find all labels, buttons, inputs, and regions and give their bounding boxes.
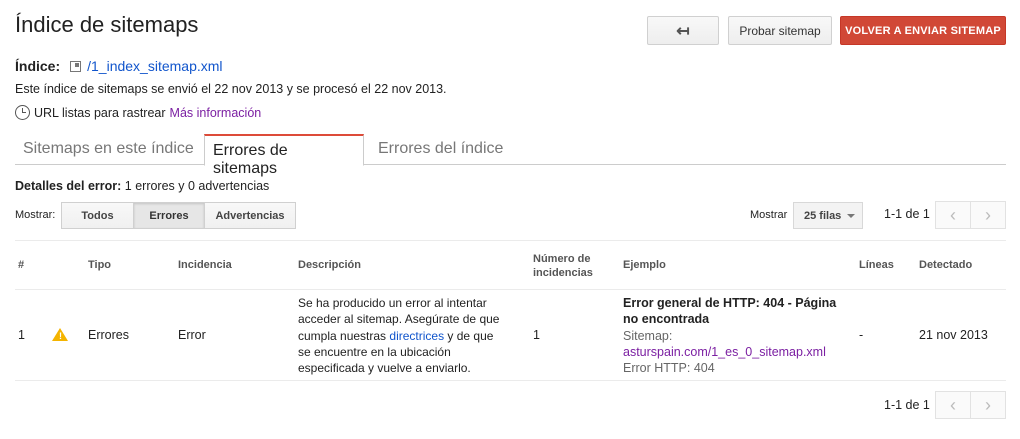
col-header-num: # xyxy=(18,259,25,271)
col-header-count[interactable]: Número de incidencias xyxy=(533,252,593,280)
filter-errors-button[interactable]: Errores xyxy=(133,202,205,229)
more-info-link[interactable]: Más información xyxy=(170,106,262,120)
example-sitemap-label: Sitemap: xyxy=(623,328,673,343)
example-sitemap-link[interactable]: asturspain.com/1_es_0_sitemap.xml xyxy=(623,344,836,360)
error-details: Detalles del error: 1 errores y 0 advert… xyxy=(15,179,269,193)
chevron-right-icon: › xyxy=(985,204,991,225)
tab-index-errors[interactable]: Errores del índice xyxy=(370,134,520,165)
ready-line: URL listas para rastrear Más información xyxy=(15,105,261,120)
col-header-count-line1: Número de xyxy=(533,253,591,265)
chevron-down-icon xyxy=(847,213,856,218)
table-top-divider xyxy=(15,240,1006,241)
desc-line: acceder al sitemap. Asegúrate de que xyxy=(298,312,500,327)
row-type: Errores xyxy=(88,328,129,342)
index-label: Índice: xyxy=(15,58,61,74)
row-description: Se ha producido un error al intentar acc… xyxy=(298,295,499,376)
prev-page-button-bottom[interactable]: ‹ xyxy=(935,391,971,419)
col-header-count-line2: incidencias xyxy=(533,267,593,279)
chevron-left-icon: ‹ xyxy=(950,204,956,225)
col-header-issue[interactable]: Incidencia xyxy=(178,259,232,271)
rows-select-label: Mostrar xyxy=(750,209,788,221)
row-detected: 21 nov 2013 xyxy=(919,328,988,342)
col-header-type[interactable]: Tipo xyxy=(88,259,111,271)
row-lines: - xyxy=(859,328,864,342)
rows-per-page-value: 25 filas xyxy=(804,209,842,222)
next-page-button-top[interactable]: › xyxy=(970,201,1006,229)
desc-line: especificada y vuelve a enviarlo. xyxy=(298,361,471,376)
warning-icon: ! xyxy=(52,328,68,341)
index-line: Índice: /1_index_sitemap.xml xyxy=(15,58,223,74)
next-page-button-bottom[interactable]: › xyxy=(970,391,1006,419)
chevron-right-icon: › xyxy=(985,394,991,415)
desc-line: Se ha producido un error al intentar xyxy=(298,296,487,310)
table-header-divider xyxy=(15,289,1006,290)
desc-line: cumpla nuestras directrices y de que xyxy=(298,328,499,344)
example-title: Error general de HTTP: 404 - Página xyxy=(623,296,837,310)
example-http-error: Error HTTP: 404 xyxy=(623,361,715,376)
error-details-label: Detalles del error: xyxy=(15,179,122,193)
desc-text: cumpla nuestras xyxy=(298,328,390,343)
tab-sitemaps-in-index[interactable]: Sitemaps en este índice xyxy=(15,134,204,165)
resend-sitemap-button[interactable]: VOLVER A ENVIAR SITEMAP xyxy=(840,16,1006,45)
tab-sitemap-errors[interactable]: Errores de sitemaps xyxy=(204,134,364,177)
col-header-description: Descripción xyxy=(298,259,361,271)
row-issue: Error xyxy=(178,328,206,342)
row-num: 1 xyxy=(18,328,25,342)
col-header-detected[interactable]: Detectado xyxy=(919,259,972,271)
guidelines-link[interactable]: directrices xyxy=(389,329,444,343)
ready-text: URL listas para rastrear xyxy=(34,105,166,120)
test-sitemap-button[interactable]: Probar sitemap xyxy=(728,16,832,45)
col-header-lines: Líneas xyxy=(859,259,894,271)
row-count: 1 xyxy=(533,328,540,342)
filter-all-button[interactable]: Todos xyxy=(61,202,134,229)
rows-per-page-select[interactable]: 25 filas xyxy=(793,202,863,229)
sent-info-text: Este índice de sitemaps se envió el 22 n… xyxy=(15,82,447,96)
row-example: Error general de HTTP: 404 - Página no e… xyxy=(623,295,836,376)
prev-page-button-top[interactable]: ‹ xyxy=(935,201,971,229)
external-link-icon[interactable] xyxy=(70,60,82,72)
col-header-example: Ejemplo xyxy=(623,259,666,271)
tab-bar: Sitemaps en este índice Errores de sitem… xyxy=(15,134,1006,177)
page-title: Índice de sitemaps xyxy=(15,12,199,37)
pager-range-top: 1-1 de 1 xyxy=(884,207,930,221)
show-filter-label: Mostrar: xyxy=(15,209,56,221)
clock-icon xyxy=(15,105,30,120)
error-details-summary: 1 errores y 0 advertencias xyxy=(124,179,270,193)
table-bottom-divider xyxy=(15,380,1006,381)
back-button[interactable]: ↤ xyxy=(647,16,719,45)
index-file-link[interactable]: /1_index_sitemap.xml xyxy=(87,58,222,74)
example-title: no encontrada xyxy=(623,312,710,327)
back-arrow-icon: ↤ xyxy=(676,22,690,40)
chevron-left-icon: ‹ xyxy=(950,394,956,415)
desc-text: y de que xyxy=(444,328,494,343)
pager-range-bottom: 1-1 de 1 xyxy=(884,398,930,412)
filter-warnings-button[interactable]: Advertencias xyxy=(204,202,296,229)
desc-line: se encuentre en la ubicación xyxy=(298,344,451,359)
